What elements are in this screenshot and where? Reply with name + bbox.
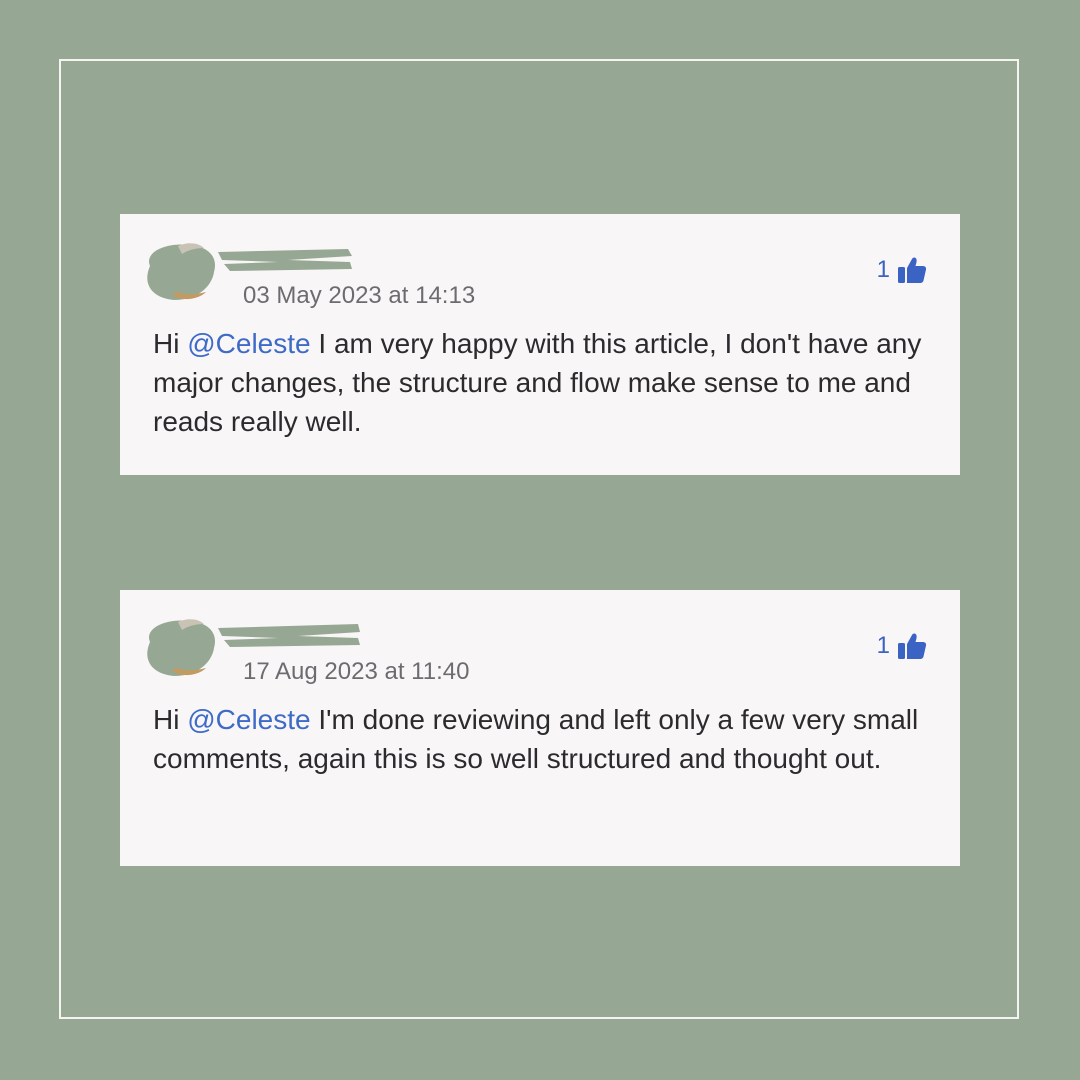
like-count: 1 bbox=[876, 256, 890, 283]
greeting: Hi bbox=[153, 704, 180, 735]
comment-card: 03 May 2023 at 14:13 1 Hi @Celeste I am … bbox=[120, 214, 960, 475]
greeting: Hi bbox=[153, 328, 180, 359]
thumbs-up-icon bbox=[898, 633, 927, 659]
mention-link[interactable]: @Celeste bbox=[187, 328, 310, 359]
frame-border bbox=[59, 59, 1019, 1019]
comment-text: Hi @Celeste I am very happy with this ar… bbox=[153, 324, 932, 441]
like-button[interactable]: 1 bbox=[877, 630, 928, 662]
comment-timestamp: 17 Aug 2023 at 11:40 bbox=[243, 658, 470, 685]
comment-timestamp: 03 May 2023 at 14:13 bbox=[243, 282, 476, 309]
mention-link[interactable]: @Celeste bbox=[187, 704, 310, 735]
like-count: 1 bbox=[876, 632, 890, 659]
like-button[interactable]: 1 bbox=[877, 254, 928, 286]
comment-text: Hi @Celeste I'm done reviewing and left … bbox=[153, 700, 932, 778]
comment-card: 17 Aug 2023 at 11:40 1 Hi @Celeste I'm d… bbox=[120, 590, 960, 866]
thumbs-up-icon bbox=[898, 257, 927, 283]
